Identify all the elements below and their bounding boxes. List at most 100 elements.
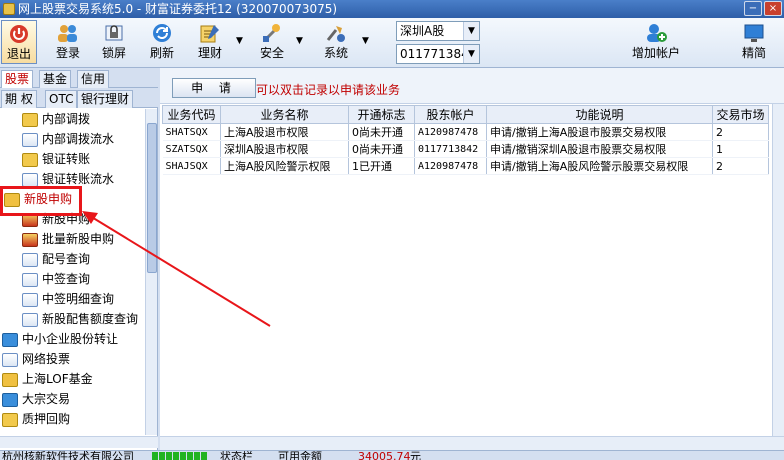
security-dropdown-icon[interactable]: ▼ — [296, 36, 303, 46]
table-row[interactable]: SHAJSQX 上海A股风险警示权限 1已开通 A120987478 申请/撤销… — [162, 157, 769, 175]
star-icon — [22, 152, 38, 167]
document-icon — [22, 292, 38, 307]
add-account-label: 增加帐户 — [631, 46, 680, 60]
available-funds-label: 可用金额 — [278, 450, 322, 460]
star-icon — [2, 412, 18, 427]
power-icon — [10, 25, 28, 43]
system-dropdown-icon[interactable]: ▼ — [362, 36, 369, 46]
tab-bank-finance[interactable]: 银行理财 — [77, 90, 134, 108]
company-name: 杭州核新软件技术有限公司 — [2, 450, 134, 460]
document-icon — [22, 172, 38, 187]
minimize-button[interactable]: − — [744, 1, 762, 16]
available-funds-value: 34005.74 — [358, 450, 411, 460]
tree-item-pledge-repo[interactable]: 质押回购 — [2, 409, 70, 429]
star-icon — [22, 112, 38, 127]
table-vertical-scrollbar[interactable] — [772, 104, 784, 436]
tree-item-winning-query[interactable]: 中签查询 — [22, 269, 90, 289]
table-horizontal-scrollbar[interactable] — [160, 436, 784, 450]
tree-item-internal-transfer-log[interactable]: 内部调拨流水 — [22, 129, 114, 149]
column-header[interactable]: 业务名称 — [220, 105, 349, 124]
tab-otc[interactable]: OTC — [45, 90, 78, 108]
tree-item-label: 质押回购 — [22, 412, 71, 426]
cell-flag: 0尚未开通 — [348, 140, 415, 158]
lock-button[interactable]: 锁屏 — [94, 20, 134, 66]
account-dropdown-icon[interactable]: ▼ — [463, 45, 479, 63]
market-dropdown-icon[interactable]: ▼ — [463, 22, 479, 40]
security-button[interactable]: 安全 — [252, 20, 292, 66]
tree-item-label: 内部调拨 — [42, 112, 91, 126]
add-account-button[interactable]: 增加帐户 — [628, 20, 684, 66]
tree-item-bank-transfer[interactable]: 银证转账 — [22, 149, 90, 169]
lock-label: 锁屏 — [101, 46, 126, 60]
tree-item-label: 中小企业股份转让 — [22, 332, 119, 346]
tree-item-label: 中签明细查询 — [42, 292, 115, 306]
exit-label: 退出 — [6, 47, 31, 61]
tab-funds[interactable]: 基金 — [39, 70, 72, 88]
cell-code: SHATSQX — [162, 123, 221, 141]
cell-account: A120987478 — [414, 123, 487, 141]
tree-item-block-trade[interactable]: 大宗交易 — [2, 389, 70, 409]
scrollbar-thumb[interactable] — [147, 123, 157, 273]
table-row[interactable]: SZATSQX 深圳A股退市权限 0尚未开通 0117713842 申请/撤销深… — [162, 140, 769, 158]
tree-item-batch-ipo-subscribe[interactable]: 批量新股申购 — [22, 229, 114, 249]
table-header-row: 业务代码 业务名称 开通标志 股东帐户 功能说明 交易市场 — [162, 105, 769, 124]
column-header[interactable]: 开通标志 — [348, 105, 415, 124]
tree-item-label: 上海LOF基金 — [22, 372, 93, 386]
finance-icon — [200, 25, 219, 43]
system-icon — [326, 26, 345, 42]
double-click-hint: 可以双击记录以申请该业务 — [256, 83, 401, 97]
sidebar-horizontal-scrollbar[interactable] — [0, 436, 158, 448]
document-icon — [22, 272, 38, 287]
document-icon — [22, 312, 38, 327]
tree-item-internal-transfer[interactable]: 内部调拨 — [22, 109, 90, 129]
sidebar: 股票 基金 信用 期 权 OTC 银行理财 内部调拨 内部调拨流水 银证转账 银… — [0, 68, 158, 450]
tree-item-online-voting[interactable]: 网络投票 — [2, 349, 70, 369]
tab-stocks[interactable]: 股票 — [1, 70, 34, 88]
tree-item-label: 中签查询 — [42, 272, 91, 286]
account-select[interactable]: 0117713842 ▼ — [396, 44, 480, 64]
sidebar-tabs-secondary: 期 权 OTC 银行理财 — [0, 88, 158, 108]
check-icon — [2, 332, 18, 347]
exit-button[interactable]: 退出 — [1, 20, 37, 64]
highlight-box — [0, 186, 82, 216]
tree-item-label: 大宗交易 — [22, 392, 71, 406]
folder-icon — [2, 372, 18, 387]
tree-item-label: 网络投票 — [22, 352, 71, 366]
column-header[interactable]: 交易市场 — [712, 105, 769, 124]
apply-button[interactable]: 申 请 — [172, 78, 256, 98]
close-button[interactable]: × — [764, 1, 782, 16]
check-icon — [2, 392, 18, 407]
system-button[interactable]: 系统 — [316, 20, 356, 66]
finance-label: 理财 — [197, 46, 222, 60]
column-header[interactable]: 功能说明 — [486, 105, 713, 124]
cell-name: 上海A股退市权限 — [220, 123, 349, 141]
column-header[interactable]: 业务代码 — [162, 105, 221, 124]
tree-item-winning-detail-query[interactable]: 中签明细查询 — [22, 289, 114, 309]
refresh-icon — [153, 24, 171, 42]
cell-code: SHAJSQX — [162, 157, 221, 175]
table-row[interactable]: SHATSQX 上海A股退市权限 0尚未开通 A120987478 申请/撤销上… — [162, 123, 769, 141]
login-button[interactable]: 登录 — [48, 20, 88, 66]
window-title: 网上股票交易系统5.0 - 财富证券委托12 (320070073075) — [18, 2, 338, 16]
finance-button[interactable]: 理财 — [190, 20, 230, 66]
tree-item-shanghai-lof-fund[interactable]: 上海LOF基金 — [2, 369, 93, 389]
app-icon — [3, 3, 15, 15]
tab-options[interactable]: 期 权 — [1, 90, 37, 108]
tab-credit[interactable]: 信用 — [77, 70, 110, 88]
finance-dropdown-icon[interactable]: ▼ — [236, 36, 243, 46]
tree-item-allotment-query[interactable]: 配号查询 — [22, 249, 90, 269]
cell-market: 2 — [712, 123, 769, 141]
lite-mode-button[interactable]: 精简 — [734, 20, 774, 66]
login-label: 登录 — [55, 46, 80, 60]
cell-code: SZATSQX — [162, 140, 221, 158]
status-label: 状态栏 — [220, 450, 253, 460]
tree-item-sme-share-transfer[interactable]: 中小企业股份转让 — [2, 329, 118, 349]
column-header[interactable]: 股东帐户 — [414, 105, 487, 124]
market-select[interactable]: 深圳A股 ▼ — [396, 21, 480, 41]
sidebar-vertical-scrollbar[interactable] — [145, 109, 157, 435]
cell-name: 上海A股风险警示权限 — [220, 157, 349, 175]
document-icon — [22, 132, 38, 147]
tree-item-quota-query[interactable]: 新股配售额度查询 — [22, 309, 138, 329]
refresh-button[interactable]: 刷新 — [142, 20, 182, 66]
title-bar: 网上股票交易系统5.0 - 财富证券委托12 (320070073075) − … — [0, 0, 784, 18]
